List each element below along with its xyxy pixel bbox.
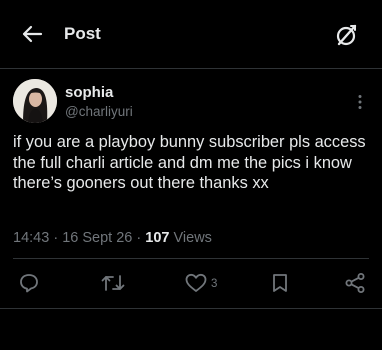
arrow-left-icon [22, 25, 43, 43]
back-button[interactable] [18, 22, 46, 46]
like-count: 3 [211, 278, 218, 290]
avatar-image [13, 79, 57, 123]
post-meta: 14:43 · 16 Sept 26 · 107 Views [13, 230, 373, 246]
share-icon [345, 273, 365, 293]
like-button[interactable]: 3 [184, 266, 217, 300]
heart-icon [185, 273, 207, 292]
page-title: Post [64, 24, 101, 43]
bookmark-button[interactable] [270, 266, 290, 300]
repost-button[interactable] [100, 266, 126, 300]
more-vertical-icon [358, 95, 362, 109]
views-label: Views [173, 230, 212, 246]
action-bar: 3 [0, 266, 382, 300]
meta-separator: · [136, 230, 142, 246]
author-name[interactable]: sophia [65, 84, 113, 101]
post-time[interactable]: 14:43 [13, 230, 49, 246]
bookmark-icon [273, 274, 287, 292]
post-text: if you are a playboy bunny subscriber pl… [13, 133, 366, 192]
author-handle[interactable]: @charliyuri [65, 104, 133, 119]
views-count: 107 [145, 230, 170, 246]
reply-button[interactable] [18, 266, 40, 300]
grok-button[interactable] [332, 20, 362, 50]
meta-separator: · [53, 230, 59, 246]
post-date[interactable]: 16 Sept 26 [62, 230, 132, 246]
meta-divider [13, 258, 369, 259]
grok-icon [336, 24, 357, 46]
repost-icon [101, 275, 125, 291]
top-bar: Post [0, 0, 382, 68]
actions-divider [0, 308, 382, 309]
header-divider [0, 68, 382, 69]
more-options-button[interactable] [350, 92, 370, 112]
share-button[interactable] [344, 266, 366, 300]
reply-icon [20, 274, 38, 293]
avatar[interactable] [13, 79, 57, 123]
